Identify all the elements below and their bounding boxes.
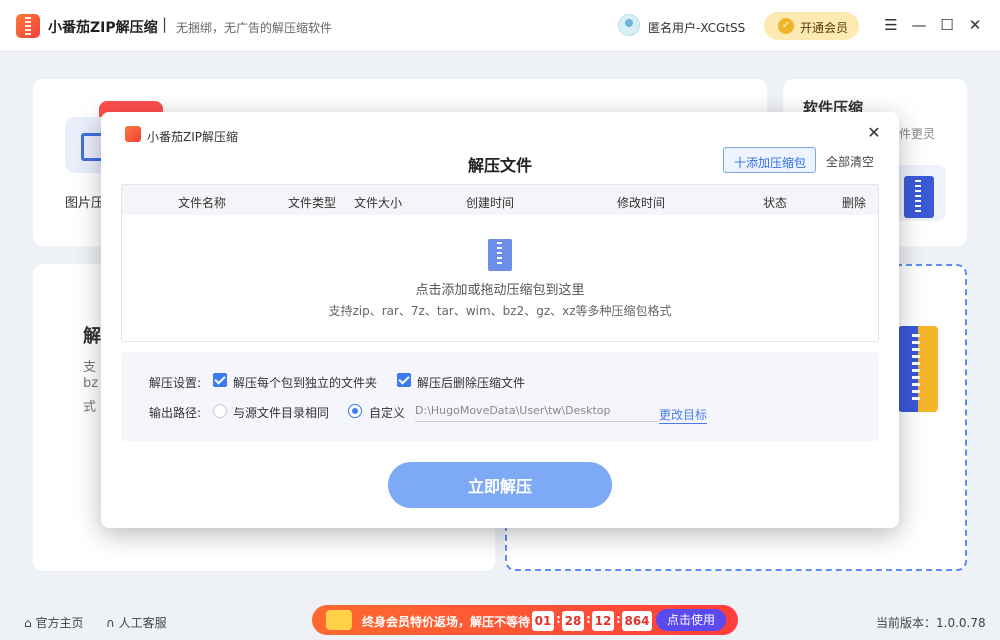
col-file-name: 文件名称 (178, 196, 227, 210)
supported-formats: 支持zip、rar、7z、tar、wim、bz2、gz、xz等多种压缩包格式 (328, 304, 672, 318)
title-separator: | (162, 15, 168, 33)
settings-label: 解压设置: (149, 376, 202, 390)
add-zip-button[interactable]: 十添加压缩包 (723, 147, 816, 173)
countdown-sep: : (616, 612, 621, 626)
countdown-sep: : (556, 612, 561, 626)
maximize-icon[interactable]: ☐ (936, 14, 958, 36)
same-dir-radio[interactable] (213, 404, 227, 418)
same-dir-label[interactable]: 与源文件目录相同 (233, 404, 329, 421)
extract-card-title: 解 (83, 326, 101, 347)
countdown-minutes: 28 (562, 611, 584, 631)
crown-icon: ✓ (778, 18, 794, 34)
image-tile-label[interactable]: 图片压 (65, 192, 104, 211)
extract-card-line: 式 (83, 400, 97, 415)
countdown-hours: 01 (532, 611, 554, 631)
app-slogan: 无捆绑，无广告的解压缩软件 (176, 21, 333, 35)
vip-label: 开通会员 (800, 21, 849, 35)
extract-dialog: 小番茄ZIP解压缩 ✕ 解压文件 十添加压缩包 全部清空 文件名称 文件类型 文… (101, 112, 899, 528)
menu-icon[interactable]: ☰ (880, 14, 902, 36)
title-bar: 小番茄ZIP解压缩 | 无捆绑，无广告的解压缩软件 匿名用户-XCGtSS ✓ … (0, 0, 1000, 52)
support-link-label: 人工客服 (118, 616, 167, 630)
file-table[interactable]: 文件名称 文件类型 文件大小 创建时间 修改时间 状态 删除 点击添加或拖动压缩… (121, 184, 879, 342)
output-label: 输出路径: (149, 406, 202, 420)
col-file-size: 文件大小 (354, 196, 403, 210)
col-file-type: 文件类型 (288, 196, 337, 210)
extract-settings: 解压设置: 解压每个包到独立的文件夹 解压后删除压缩文件 输出路径: 与源文件目… (121, 352, 879, 441)
zip-archive-icon (898, 326, 938, 412)
extract-now-button[interactable]: 立即解压 (388, 462, 612, 508)
zip-file-icon (488, 239, 512, 271)
close-icon[interactable]: ✕ (964, 14, 986, 36)
open-vip-button[interactable]: ✓ 开通会员 (764, 12, 859, 40)
home-link[interactable]: ⌂ 官方主页 (24, 614, 83, 631)
software-compress-sub: 件更灵 (899, 127, 936, 141)
promo-banner[interactable]: 终身会员特价返场，解压不等待 01 : 28 : 12 : 864 点击使用 (312, 605, 738, 635)
support-link[interactable]: ∩ 人工客服 (106, 614, 167, 631)
separate-folder-label[interactable]: 解压每个包到独立的文件夹 (233, 374, 377, 391)
gift-icon (326, 610, 352, 630)
col-delete: 删除 (842, 196, 867, 210)
minimize-icon[interactable]: — (908, 14, 930, 36)
home-link-label: 官方主页 (35, 616, 84, 630)
countdown-seconds: 12 (592, 611, 614, 631)
col-status: 状态 (763, 196, 788, 210)
separate-folder-checkbox[interactable] (213, 373, 227, 387)
custom-path-label[interactable]: 自定义 (369, 404, 405, 421)
extract-card-line: bz (83, 376, 99, 391)
countdown-ms: 864 (622, 611, 652, 631)
table-header: 文件名称 文件类型 文件大小 创建时间 修改时间 状态 删除 (122, 185, 878, 215)
delete-after-label[interactable]: 解压后删除压缩文件 (417, 374, 525, 391)
delete-after-checkbox[interactable] (397, 373, 411, 387)
change-target-link[interactable]: 更改目标 (659, 406, 708, 424)
col-modified: 修改时间 (617, 196, 666, 210)
promo-use-button[interactable]: 点击使用 (656, 609, 726, 631)
user-avatar-icon[interactable] (618, 14, 640, 36)
software-zip-icon (904, 176, 934, 218)
col-created: 创建时间 (466, 196, 515, 210)
user-name[interactable]: 匿名用户-XCGtSS (648, 19, 745, 36)
clear-all-button[interactable]: 全部清空 (826, 153, 874, 170)
drop-hint: 点击添加或拖动压缩包到这里 (415, 283, 585, 298)
output-path-field[interactable] (415, 400, 657, 422)
add-zip-label: 十添加压缩包 (734, 156, 807, 170)
countdown-sep: : (586, 612, 591, 626)
app-title: 小番茄ZIP解压缩 (48, 20, 158, 36)
zip-logo-icon (125, 126, 141, 142)
extract-card-line: 支 (83, 360, 97, 375)
promo-text: 终身会员特价返场，解压不等待 (362, 615, 531, 629)
version-label: 当前版本：1.0.0.78 (876, 616, 986, 630)
custom-path-radio[interactable] (348, 404, 362, 418)
zip-logo-icon (16, 14, 40, 38)
dialog-close-icon[interactable]: ✕ (865, 124, 883, 142)
dialog-app-title: 小番茄ZIP解压缩 (147, 130, 238, 144)
